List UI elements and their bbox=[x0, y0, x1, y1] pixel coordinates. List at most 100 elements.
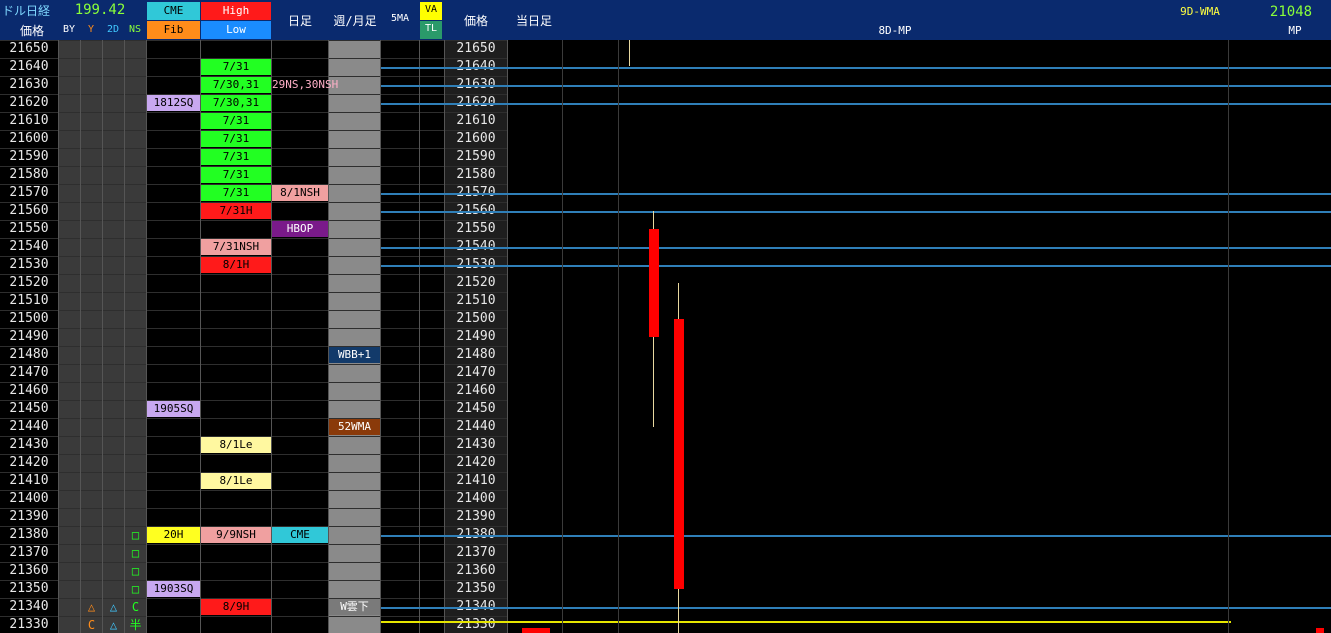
price-label-left: 21550 bbox=[9, 221, 49, 236]
2d-header: 2D bbox=[106, 24, 120, 35]
2d-mark: △ bbox=[109, 600, 118, 614]
row-grid-line bbox=[0, 382, 508, 383]
column-separator bbox=[419, 40, 420, 633]
high-low-level-label: 7/31 bbox=[201, 113, 271, 129]
price-label-left: 21560 bbox=[9, 203, 49, 218]
candle-body bbox=[649, 229, 659, 337]
row-grid-line bbox=[0, 274, 508, 275]
high-low-level-label: 7/31 bbox=[201, 59, 271, 75]
price-label-left: 21440 bbox=[9, 419, 49, 434]
price-level-line bbox=[381, 265, 1331, 267]
row-grid-line bbox=[0, 562, 508, 563]
price-label-right: 21490 bbox=[456, 329, 496, 344]
ns-mark: □ bbox=[131, 582, 140, 596]
tl-header-label: TL bbox=[424, 23, 438, 34]
price-label-right: 21450 bbox=[456, 401, 496, 416]
price-label-left: 21630 bbox=[9, 77, 49, 92]
col-candles bbox=[508, 40, 1331, 633]
price-label-left: 21380 bbox=[9, 527, 49, 542]
price-label-left: 21400 bbox=[9, 491, 49, 506]
high-low-level-label: 7/31NSH bbox=[201, 239, 271, 255]
high-low-level-label: 9/9NSH bbox=[201, 527, 271, 543]
price-label-right: 21650 bbox=[456, 41, 496, 56]
price-level-line bbox=[381, 607, 1331, 609]
fib-level-label: 1905SQ bbox=[147, 401, 200, 417]
price-label-left: 21470 bbox=[9, 365, 49, 380]
column-separator bbox=[102, 40, 103, 633]
mp-header: MP bbox=[1288, 24, 1302, 37]
8d-mp-header: 8D-MP bbox=[878, 24, 912, 37]
price-level-line bbox=[381, 193, 1331, 195]
daily-level-label: CME bbox=[272, 527, 328, 543]
price-label-left: 21370 bbox=[9, 545, 49, 560]
row-grid-line bbox=[0, 508, 508, 509]
column-separator bbox=[380, 40, 381, 633]
high-low-level-label: 7/30,31 bbox=[201, 77, 271, 93]
price-label-left: 21500 bbox=[9, 311, 49, 326]
price-label-right: 21430 bbox=[456, 437, 496, 452]
price-label-right: 21520 bbox=[456, 275, 496, 290]
price-header-2: 価格 bbox=[463, 14, 488, 28]
price-label-left: 21600 bbox=[9, 131, 49, 146]
price-level-line bbox=[381, 535, 1331, 537]
row-grid-line bbox=[0, 346, 508, 347]
price-label-left: 21490 bbox=[9, 329, 49, 344]
ns-mark: 半 bbox=[129, 618, 142, 632]
high-low-level-label: 7/31 bbox=[201, 167, 271, 183]
daily-level-label: HBOP bbox=[272, 221, 328, 237]
y-mark: △ bbox=[87, 600, 96, 614]
weekly-level-label: W雲下 bbox=[329, 599, 380, 615]
weekly-level-label: WBB+1 bbox=[329, 347, 380, 363]
row-grid-line bbox=[0, 292, 508, 293]
price-label-right: 21370 bbox=[456, 545, 496, 560]
price-label-left: 21480 bbox=[9, 347, 49, 362]
fib-level-label: 20H bbox=[147, 527, 200, 543]
row-grid-line bbox=[0, 310, 508, 311]
price-label-left: 21390 bbox=[9, 509, 49, 524]
high-low-level-label: 8/1Le bbox=[201, 473, 271, 489]
ns-mark: C bbox=[131, 600, 140, 614]
candle-body bbox=[674, 319, 684, 589]
cme-header-label: CME bbox=[163, 4, 184, 17]
usd-nikkei-value: 199.42 bbox=[74, 2, 126, 18]
high-low-level-label: 7/30,31 bbox=[201, 95, 271, 111]
price-level-line bbox=[381, 67, 1331, 69]
price-label-right: 21550 bbox=[456, 221, 496, 236]
high-header-label: High bbox=[222, 4, 250, 17]
session-divider-line bbox=[618, 40, 619, 633]
price-label-left: 21340 bbox=[9, 599, 49, 614]
price-label-left: 21420 bbox=[9, 455, 49, 470]
daily-level-label: 8/1NSH bbox=[272, 185, 328, 201]
fib-header-label: Fib bbox=[163, 23, 184, 36]
price-label-left: 21650 bbox=[9, 41, 49, 56]
price-label-left: 21360 bbox=[9, 563, 49, 578]
row-grid-line bbox=[0, 544, 508, 545]
price-label-right: 21510 bbox=[456, 293, 496, 308]
daily-header: 日足 bbox=[287, 14, 312, 28]
price-label-right: 21390 bbox=[456, 509, 496, 524]
row-grid-line bbox=[0, 220, 508, 221]
fib-level-label: 1812SQ bbox=[147, 95, 200, 111]
price-label-right: 21610 bbox=[456, 113, 496, 128]
9d-wma-value: 21048 bbox=[1269, 4, 1313, 20]
weekly-monthly-header: 週/月足 bbox=[333, 14, 377, 28]
high-low-level-label: 8/1H bbox=[201, 257, 271, 273]
price-label-left: 21620 bbox=[9, 95, 49, 110]
column-separator bbox=[271, 40, 272, 633]
price-board: 2165021650216402164021630216302162021620… bbox=[0, 40, 1331, 633]
5ma-header: 5MA bbox=[390, 13, 410, 24]
daily-level-label: 29NS,30NSH bbox=[272, 78, 339, 91]
fib-level-label: 1903SQ bbox=[147, 581, 200, 597]
price-label-right: 21360 bbox=[456, 563, 496, 578]
row-grid-line bbox=[0, 490, 508, 491]
row-grid-line bbox=[0, 580, 508, 581]
price-label-left: 21410 bbox=[9, 473, 49, 488]
usd-nikkei-label: ドル日経 bbox=[2, 4, 51, 18]
high-low-level-label: 7/31 bbox=[201, 185, 271, 201]
9d-wma-label: 9D-WMA bbox=[1180, 5, 1220, 18]
high-low-level-label: 8/1Le bbox=[201, 437, 271, 453]
price-label-left: 21460 bbox=[9, 383, 49, 398]
high-low-level-label: 7/31 bbox=[201, 149, 271, 165]
high-low-level-label: 7/31H bbox=[201, 203, 271, 219]
row-grid-line bbox=[0, 40, 508, 41]
